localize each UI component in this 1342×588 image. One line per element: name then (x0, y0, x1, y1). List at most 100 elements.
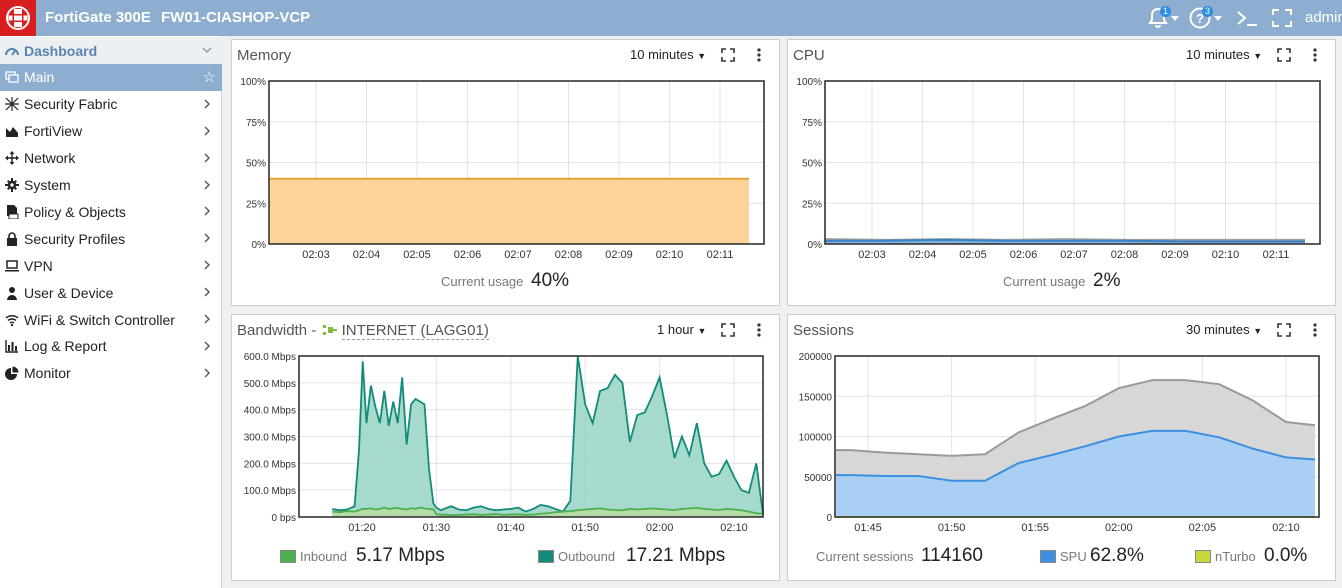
nturbo-value: 0.0% (1264, 545, 1308, 566)
sidebar-item-user-device[interactable]: User & Device (0, 279, 222, 306)
sidebar-item-label: Policy & Objects (24, 203, 126, 220)
caret-down-icon (1171, 16, 1179, 21)
sidebar-item-label: WiFi & Switch Controller (24, 311, 175, 328)
y-tick-label: 0 (826, 513, 832, 524)
y-tick-label: 400.0 Mbps (244, 406, 296, 417)
main-icon (5, 70, 19, 84)
memory-widget: Memory 10 minutes ▼ 0% 25% 50% 75% 100% 02:03… (231, 39, 780, 306)
fortiview-icon (5, 124, 19, 138)
fullscreen-button[interactable] (1271, 8, 1293, 28)
x-tick-label: 02:07 (1060, 249, 1088, 261)
chevron-right-icon (200, 258, 214, 272)
sidebar-item-fortiview[interactable]: FortiView (0, 118, 222, 145)
sidebar: Dashboard Main ☆ Security Fabric FortiView Ne… (0, 36, 222, 588)
hostname: FW01-CIASHOP-VCP (161, 9, 311, 26)
policy-icon (5, 204, 19, 219)
star-icon[interactable]: ☆ (203, 68, 216, 86)
inbound-value: 5.17 Mbps (356, 545, 445, 566)
x-tick-label: 02:10 (1272, 522, 1300, 534)
y-tick-label: 600.0 Mbps (244, 352, 296, 363)
x-tick-label: 01:20 (348, 522, 376, 534)
y-tick-label: 50% (802, 159, 822, 170)
nturbo-label: nTurbo (1215, 549, 1256, 564)
y-tick-label: 100.0 Mbps (244, 486, 296, 497)
sidebar-item-main[interactable]: Main ☆ (0, 63, 222, 91)
y-tick-label: 500.0 Mbps (244, 379, 296, 390)
current-usage-label: Current usage (1003, 274, 1086, 289)
spu-swatch[interactable] (1040, 550, 1056, 563)
chevron-right-icon (200, 339, 214, 353)
sidebar-item-label: Security Profiles (24, 230, 126, 247)
fortinet-logo[interactable] (0, 0, 36, 36)
y-tick-label: 50000 (804, 473, 832, 484)
sidebar-item-vpn[interactable]: VPN (0, 252, 222, 279)
chevron-right-icon (200, 312, 214, 326)
help-button[interactable]: ? 3 (1188, 6, 1224, 30)
y-tick-label: 100% (240, 77, 266, 88)
nturbo-swatch[interactable] (1195, 550, 1211, 563)
chevron-right-icon (200, 97, 214, 111)
current-sessions-label: Current sessions (816, 549, 914, 564)
x-tick-label: 01:45 (854, 522, 882, 534)
y-tick-label: 0% (808, 240, 823, 251)
x-tick-label: 02:05 (403, 249, 431, 261)
sidebar-item-log-report[interactable]: Log & Report (0, 333, 222, 360)
sidebar-item-security-fabric[interactable]: Security Fabric (0, 91, 222, 118)
sidebar-item-label: User & Device (24, 284, 114, 301)
chevron-down-icon (200, 43, 214, 57)
current-sessions-value: 114160 (921, 545, 983, 566)
chevron-right-icon (200, 124, 214, 138)
lock-icon (5, 232, 19, 246)
sidebar-item-monitor[interactable]: Monitor (0, 360, 222, 387)
sidebar-item-network[interactable]: Network (0, 145, 222, 172)
sidebar-item-label: Dashboard (24, 42, 98, 59)
dashboard-icon (5, 44, 19, 58)
y-tick-label: 75% (802, 118, 822, 129)
sidebar-item-policy-objects[interactable]: Policy & Objects (0, 198, 222, 225)
security-fabric-icon (5, 97, 19, 112)
y-tick-label: 150000 (799, 392, 833, 403)
x-tick-label: 02:08 (555, 249, 583, 261)
memory-chart: 0% 25% 50% 75% 100% 02:03 02:04 02:05 02:06 02:07… (240, 77, 765, 261)
sidebar-item-wifi-switch-controller[interactable]: WiFi & Switch Controller (0, 306, 222, 333)
chevron-right-icon (200, 231, 214, 245)
y-tick-label: 200.0 Mbps (244, 459, 296, 470)
chevron-right-icon (200, 178, 214, 192)
outbound-swatch[interactable] (538, 550, 554, 563)
bar-chart-icon (5, 339, 19, 354)
x-tick-label: 02:11 (1263, 249, 1290, 261)
network-icon (5, 151, 19, 166)
x-tick-label: 01:55 (1021, 522, 1049, 534)
top-bar: FortiGate 300E FW01-CIASHOP-VCP 1 ? 3 ad… (0, 0, 1342, 36)
x-tick-label: 02:05 (959, 249, 987, 261)
x-tick-label: 02:05 (1189, 522, 1217, 534)
x-tick-label: 02:09 (1161, 249, 1189, 261)
sidebar-item-security-profiles[interactable]: Security Profiles (0, 225, 222, 252)
laptop-icon (5, 259, 19, 273)
x-tick-label: 02:00 (646, 522, 674, 534)
notifications-badge: 1 (1160, 6, 1172, 17)
x-tick-label: 02:11 (707, 249, 734, 261)
notifications-button[interactable]: 1 (1146, 6, 1180, 30)
inbound-swatch[interactable] (280, 550, 296, 563)
bandwidth-chart: 0 bps 100.0 Mbps 200.0 Mbps 300.0 Mbps 400.0… (244, 352, 764, 534)
cpu-chart: 0% 25% 50% 75% 100% 02:03 02:04 02:05 02:06 02:07… (796, 77, 1321, 261)
x-tick-label: 02:03 (302, 249, 330, 261)
sidebar-item-label: FortiView (24, 123, 83, 140)
user-icon (5, 286, 19, 300)
x-tick-label: 02:06 (1010, 249, 1038, 261)
cli-console-button[interactable] (1235, 8, 1259, 28)
x-tick-label: 02:06 (454, 249, 482, 261)
x-tick-label: 02:09 (605, 249, 633, 261)
sidebar-item-dashboard[interactable]: Dashboard (0, 37, 222, 64)
sessions-chart: 0 50000 100000 150000 200000 01:45 01:50 01:55 0… (799, 352, 1320, 534)
y-tick-label: 300.0 Mbps (244, 433, 296, 444)
current-usage-value: 2% (1093, 270, 1121, 291)
sessions-widget: Sessions 30 minutes ▼ 0 50000 100000 150000… (787, 314, 1336, 581)
user-menu[interactable]: admin (1305, 9, 1342, 26)
sidebar-item-system[interactable]: System (0, 172, 222, 199)
product-name: FortiGate 300E (45, 9, 151, 26)
x-tick-label: 02:04 (909, 249, 937, 261)
y-tick-label: 50% (246, 159, 266, 170)
sidebar-item-label: Network (24, 150, 76, 167)
